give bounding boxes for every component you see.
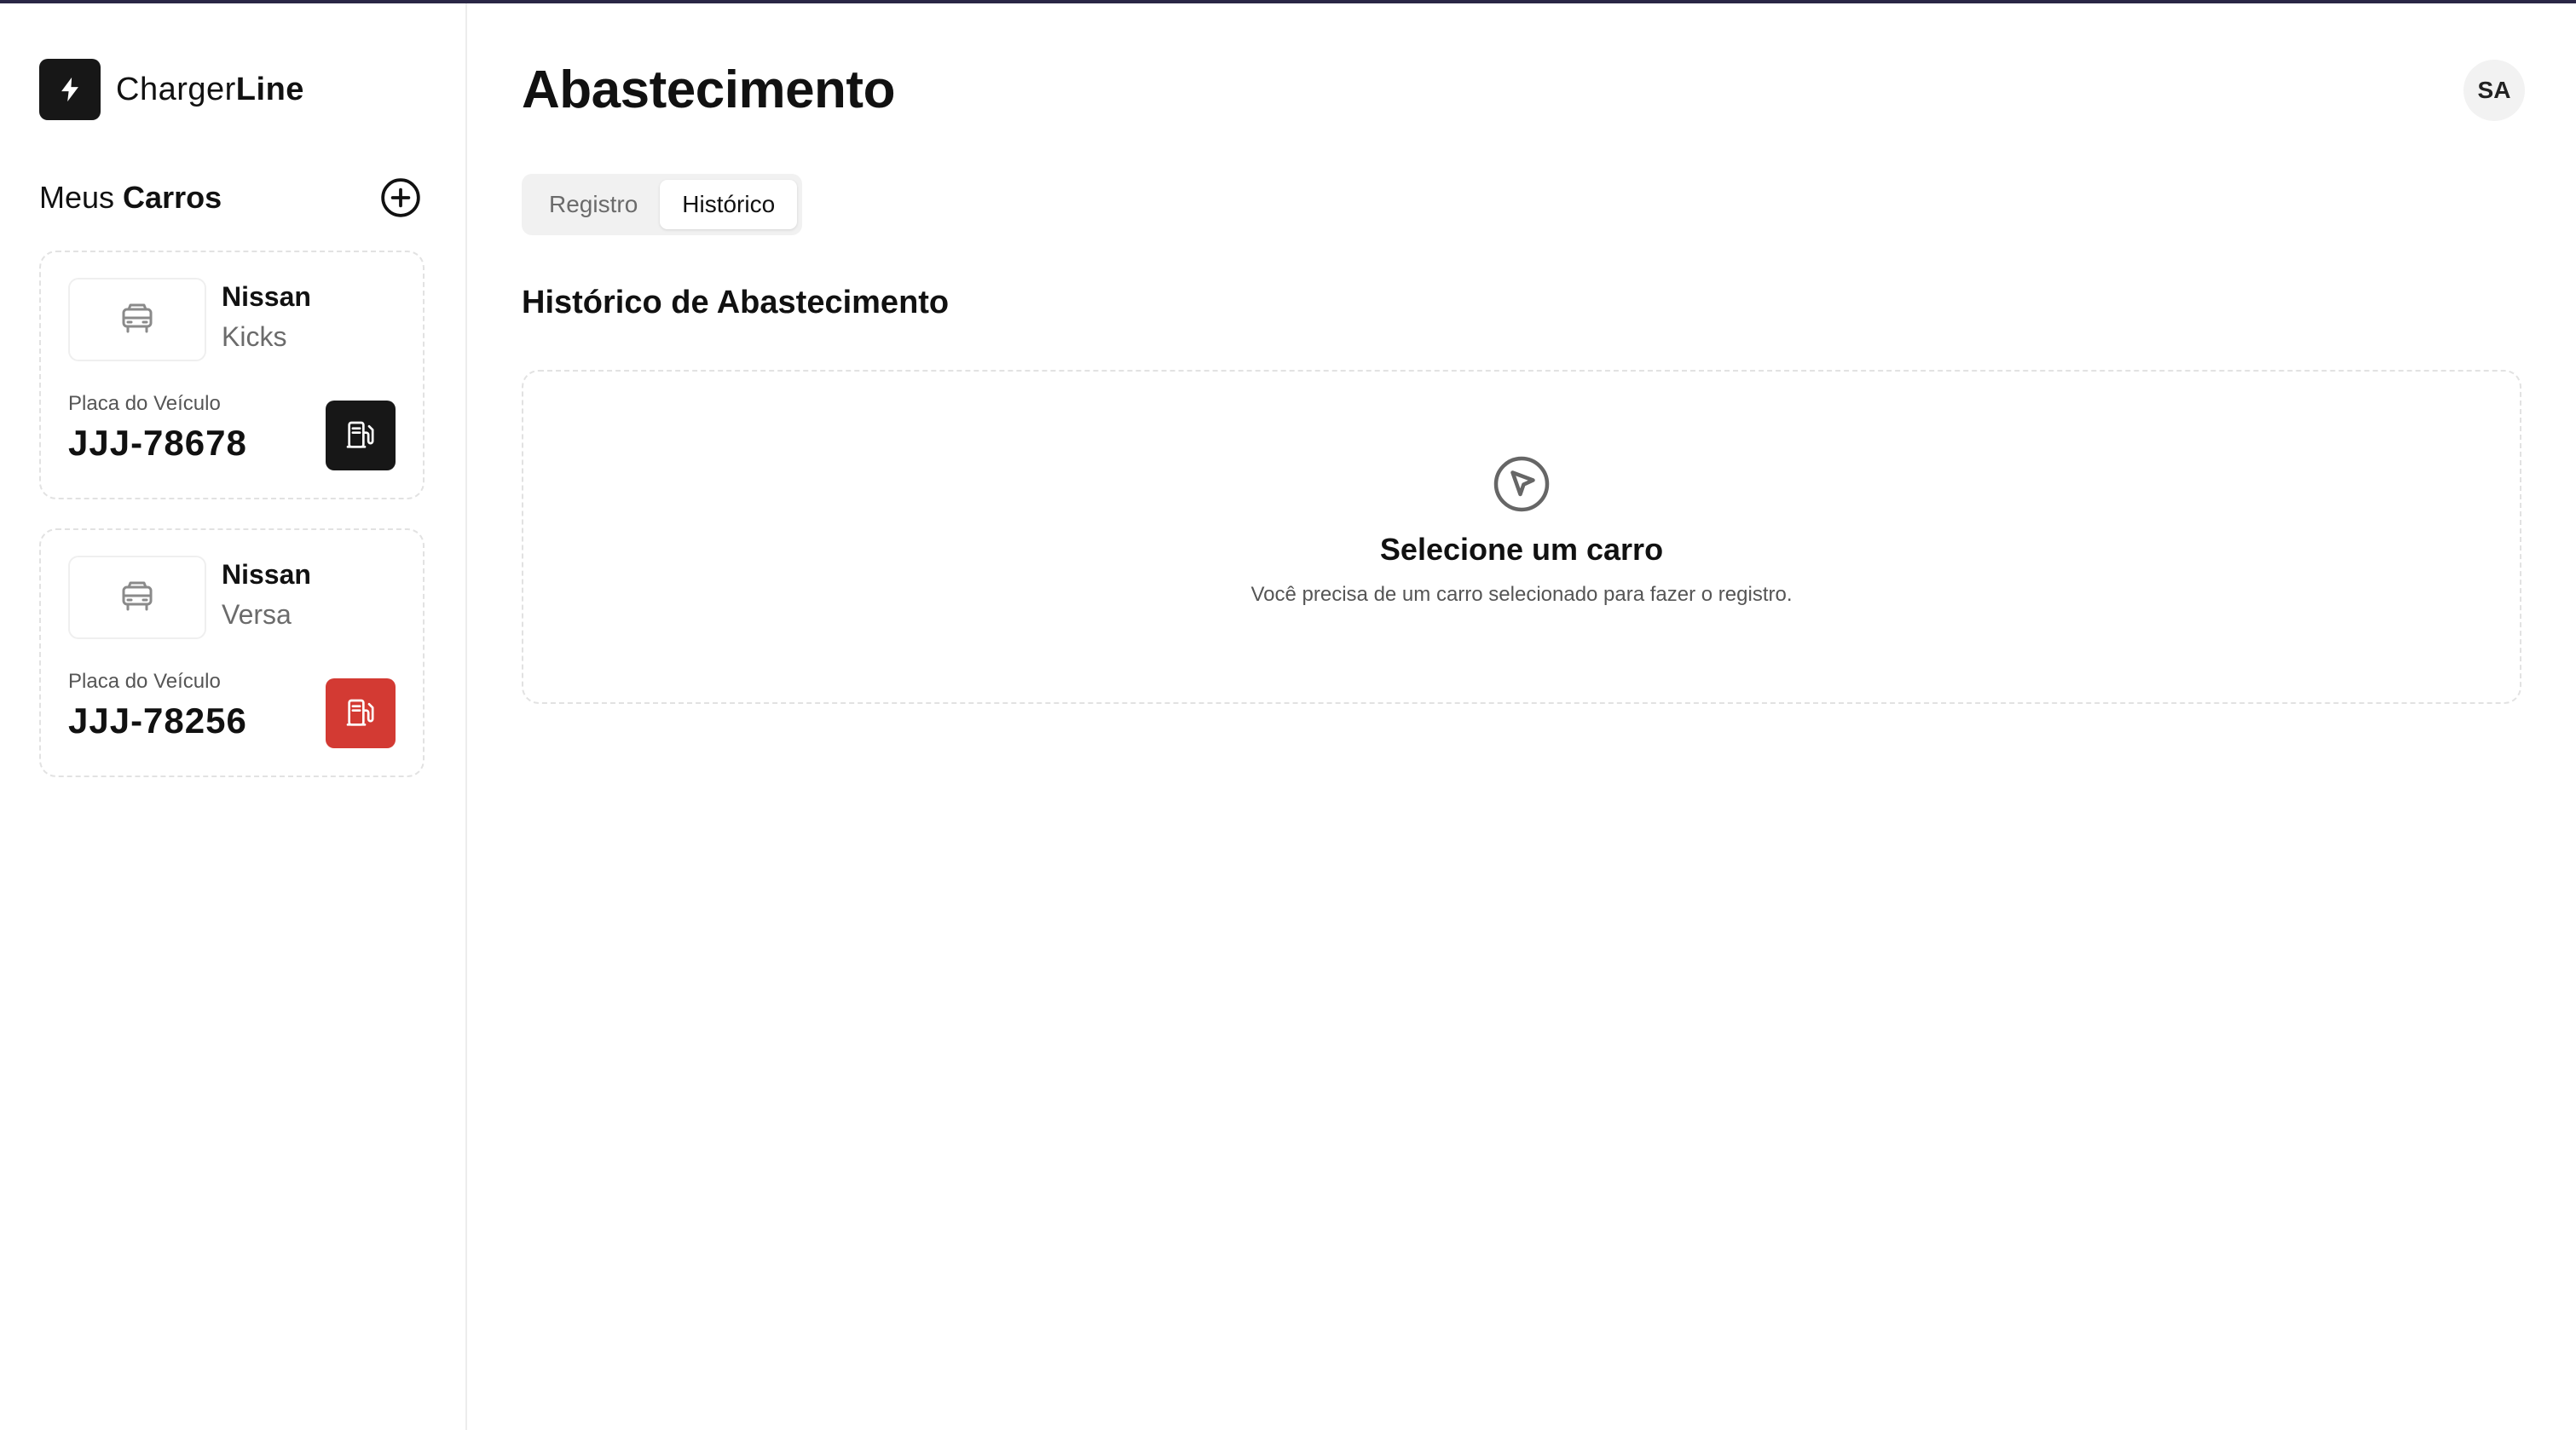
tabs: Registro Histórico bbox=[522, 174, 803, 235]
section-title: Histórico de Abastecimento bbox=[522, 285, 950, 320]
car-info: Nissan Kicks bbox=[222, 278, 311, 361]
fuel-pump-icon bbox=[346, 699, 374, 726]
empty-state-title: Selecione um carro bbox=[1379, 532, 1664, 567]
fuel-button[interactable] bbox=[326, 678, 396, 748]
empty-state-description: Você precisa de um carro selecionado par… bbox=[1250, 583, 1793, 606]
car-model: Versa bbox=[222, 599, 292, 630]
cursor-pointer-circle-icon bbox=[1493, 456, 1550, 512]
plus-circle-icon bbox=[381, 178, 420, 217]
lightning-bolt-icon bbox=[39, 59, 101, 120]
car-model: Kicks bbox=[222, 321, 287, 352]
avatar[interactable]: SA bbox=[2463, 60, 2525, 121]
sidebar: ChargerLine Meus Carros Nissan Kicks Pla… bbox=[0, 3, 467, 1430]
tab-registro[interactable]: Registro bbox=[527, 180, 660, 229]
main-content: Abastecimento SA Registro Histórico Hist… bbox=[467, 3, 2576, 1430]
cars-title: Meus Carros bbox=[39, 180, 222, 216]
car-make: Nissan bbox=[222, 281, 311, 312]
car-card-top: Nissan Versa bbox=[68, 556, 396, 639]
car-card[interactable]: Nissan Kicks Placa do Veículo JJJ-78678 bbox=[39, 251, 425, 499]
fuel-button[interactable] bbox=[326, 401, 396, 470]
cars-title-bold: Carros bbox=[123, 180, 222, 215]
car-make: Nissan bbox=[222, 559, 311, 590]
car-thumbnail bbox=[68, 278, 206, 361]
brand-name-light: Charger bbox=[116, 71, 236, 107]
empty-state: Selecione um carro Você precisa de um ca… bbox=[522, 370, 2521, 704]
add-car-button[interactable] bbox=[377, 174, 425, 222]
cars-header: Meus Carros bbox=[39, 174, 426, 222]
car-icon bbox=[122, 303, 153, 333]
fuel-pump-icon bbox=[346, 421, 374, 448]
brand-name-bold: Line bbox=[235, 71, 304, 107]
car-card[interactable]: Nissan Versa Placa do Veículo JJJ-78256 bbox=[39, 528, 425, 777]
car-card-top: Nissan Kicks bbox=[68, 278, 396, 361]
car-info: Nissan Versa bbox=[222, 556, 311, 639]
car-thumbnail bbox=[68, 556, 206, 639]
app-shell: ChargerLine Meus Carros Nissan Kicks Pla… bbox=[0, 3, 2576, 1430]
brand[interactable]: ChargerLine bbox=[39, 58, 426, 121]
tab-historico[interactable]: Histórico bbox=[660, 180, 798, 229]
cars-title-light: Meus bbox=[39, 180, 124, 215]
page-title: Abastecimento bbox=[522, 61, 895, 119]
brand-name: ChargerLine bbox=[116, 72, 304, 108]
car-icon bbox=[122, 581, 153, 611]
